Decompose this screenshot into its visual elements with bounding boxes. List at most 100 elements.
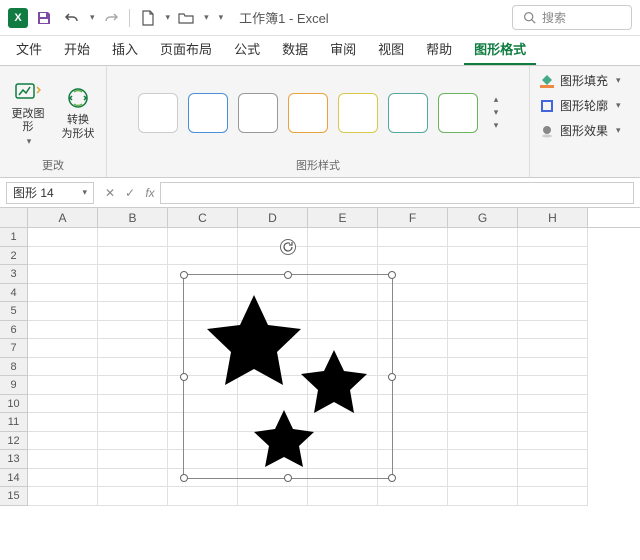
tab-file[interactable]: 文件 [6, 33, 52, 65]
cell[interactable] [98, 339, 168, 358]
undo-dropdown-icon[interactable]: ▾ [90, 12, 95, 23]
cell[interactable] [28, 247, 98, 266]
tab-page-layout[interactable]: 页面布局 [150, 33, 222, 65]
cell[interactable] [168, 487, 238, 506]
shape-outline-button[interactable]: 图形轮廓▾ [536, 95, 634, 116]
cell[interactable] [448, 321, 518, 340]
cell[interactable] [308, 247, 378, 266]
cell[interactable] [448, 376, 518, 395]
convert-to-shape-button[interactable]: 转换 为形状 [56, 77, 100, 149]
cell[interactable] [518, 247, 588, 266]
cell[interactable] [448, 284, 518, 303]
cell[interactable] [28, 487, 98, 506]
cell[interactable] [28, 284, 98, 303]
cell[interactable] [98, 321, 168, 340]
cell[interactable] [238, 228, 308, 247]
row-header[interactable]: 4 [0, 284, 28, 303]
rotate-handle-icon[interactable] [280, 239, 296, 255]
cell[interactable] [28, 302, 98, 321]
cell[interactable] [98, 228, 168, 247]
cell[interactable] [448, 469, 518, 488]
cell[interactable] [448, 413, 518, 432]
style-preset-7[interactable] [438, 93, 478, 133]
cell[interactable] [518, 376, 588, 395]
col-header[interactable]: A [28, 208, 98, 227]
cell[interactable] [448, 358, 518, 377]
style-preset-5[interactable] [338, 93, 378, 133]
cell[interactable] [98, 395, 168, 414]
cell[interactable] [518, 450, 588, 469]
select-all-corner[interactable] [0, 208, 28, 227]
col-header[interactable]: H [518, 208, 588, 227]
row-header[interactable]: 15 [0, 487, 28, 506]
tab-graphics-format[interactable]: 图形格式 [464, 33, 536, 65]
cell[interactable] [98, 450, 168, 469]
open-folder-icon[interactable] [174, 6, 198, 30]
cell[interactable] [308, 228, 378, 247]
cell[interactable] [28, 321, 98, 340]
cell[interactable] [448, 450, 518, 469]
cell[interactable] [98, 284, 168, 303]
cell[interactable] [448, 265, 518, 284]
cell[interactable] [448, 395, 518, 414]
cell[interactable] [98, 487, 168, 506]
cell[interactable] [28, 413, 98, 432]
row-header[interactable]: 8 [0, 358, 28, 377]
cell[interactable] [518, 321, 588, 340]
cell[interactable] [28, 395, 98, 414]
col-header[interactable]: E [308, 208, 378, 227]
cell[interactable] [518, 487, 588, 506]
row-header[interactable]: 13 [0, 450, 28, 469]
new-file-icon[interactable] [136, 6, 160, 30]
name-box[interactable]: 图形 14 ▾ [6, 182, 94, 204]
tab-view[interactable]: 视图 [368, 33, 414, 65]
cell[interactable] [28, 228, 98, 247]
cell[interactable] [238, 247, 308, 266]
cell[interactable] [168, 247, 238, 266]
row-header[interactable]: 9 [0, 376, 28, 395]
cell[interactable] [238, 487, 308, 506]
style-preset-2[interactable] [188, 93, 228, 133]
cell[interactable] [448, 228, 518, 247]
cell[interactable] [518, 265, 588, 284]
style-gallery-scroll[interactable]: ▴ ▾ ▾ [492, 94, 499, 131]
shape-fill-button[interactable]: 图形填充▾ [536, 70, 634, 91]
accept-formula-icon[interactable]: ✓ [120, 183, 140, 203]
cell[interactable] [28, 376, 98, 395]
tab-data[interactable]: 数据 [272, 33, 318, 65]
open-dropdown-icon[interactable]: ▾ [204, 12, 209, 23]
qat-customize-icon[interactable]: ▾ [219, 12, 224, 23]
cell[interactable] [28, 358, 98, 377]
cell[interactable] [98, 413, 168, 432]
cell[interactable] [28, 432, 98, 451]
row-header[interactable]: 11 [0, 413, 28, 432]
tab-insert[interactable]: 插入 [102, 33, 148, 65]
tab-formulas[interactable]: 公式 [224, 33, 270, 65]
row-header[interactable]: 2 [0, 247, 28, 266]
row-header[interactable]: 7 [0, 339, 28, 358]
new-file-dropdown-icon[interactable]: ▾ [166, 12, 171, 23]
row-header[interactable]: 10 [0, 395, 28, 414]
tab-home[interactable]: 开始 [54, 33, 100, 65]
cell[interactable] [518, 413, 588, 432]
cell[interactable] [308, 487, 378, 506]
cells[interactable] [28, 228, 588, 506]
row-header[interactable]: 3 [0, 265, 28, 284]
tab-help[interactable]: 帮助 [416, 33, 462, 65]
redo-icon[interactable] [99, 6, 123, 30]
col-header[interactable]: G [448, 208, 518, 227]
cell[interactable] [448, 487, 518, 506]
col-header[interactable]: C [168, 208, 238, 227]
cell[interactable] [448, 339, 518, 358]
cell[interactable] [518, 358, 588, 377]
cell[interactable] [378, 487, 448, 506]
tab-review[interactable]: 审阅 [320, 33, 366, 65]
style-preset-3[interactable] [238, 93, 278, 133]
cell[interactable] [98, 376, 168, 395]
undo-icon[interactable] [60, 6, 84, 30]
cell[interactable] [448, 302, 518, 321]
row-header[interactable]: 1 [0, 228, 28, 247]
cell[interactable] [28, 450, 98, 469]
cell[interactable] [98, 432, 168, 451]
cell[interactable] [518, 302, 588, 321]
